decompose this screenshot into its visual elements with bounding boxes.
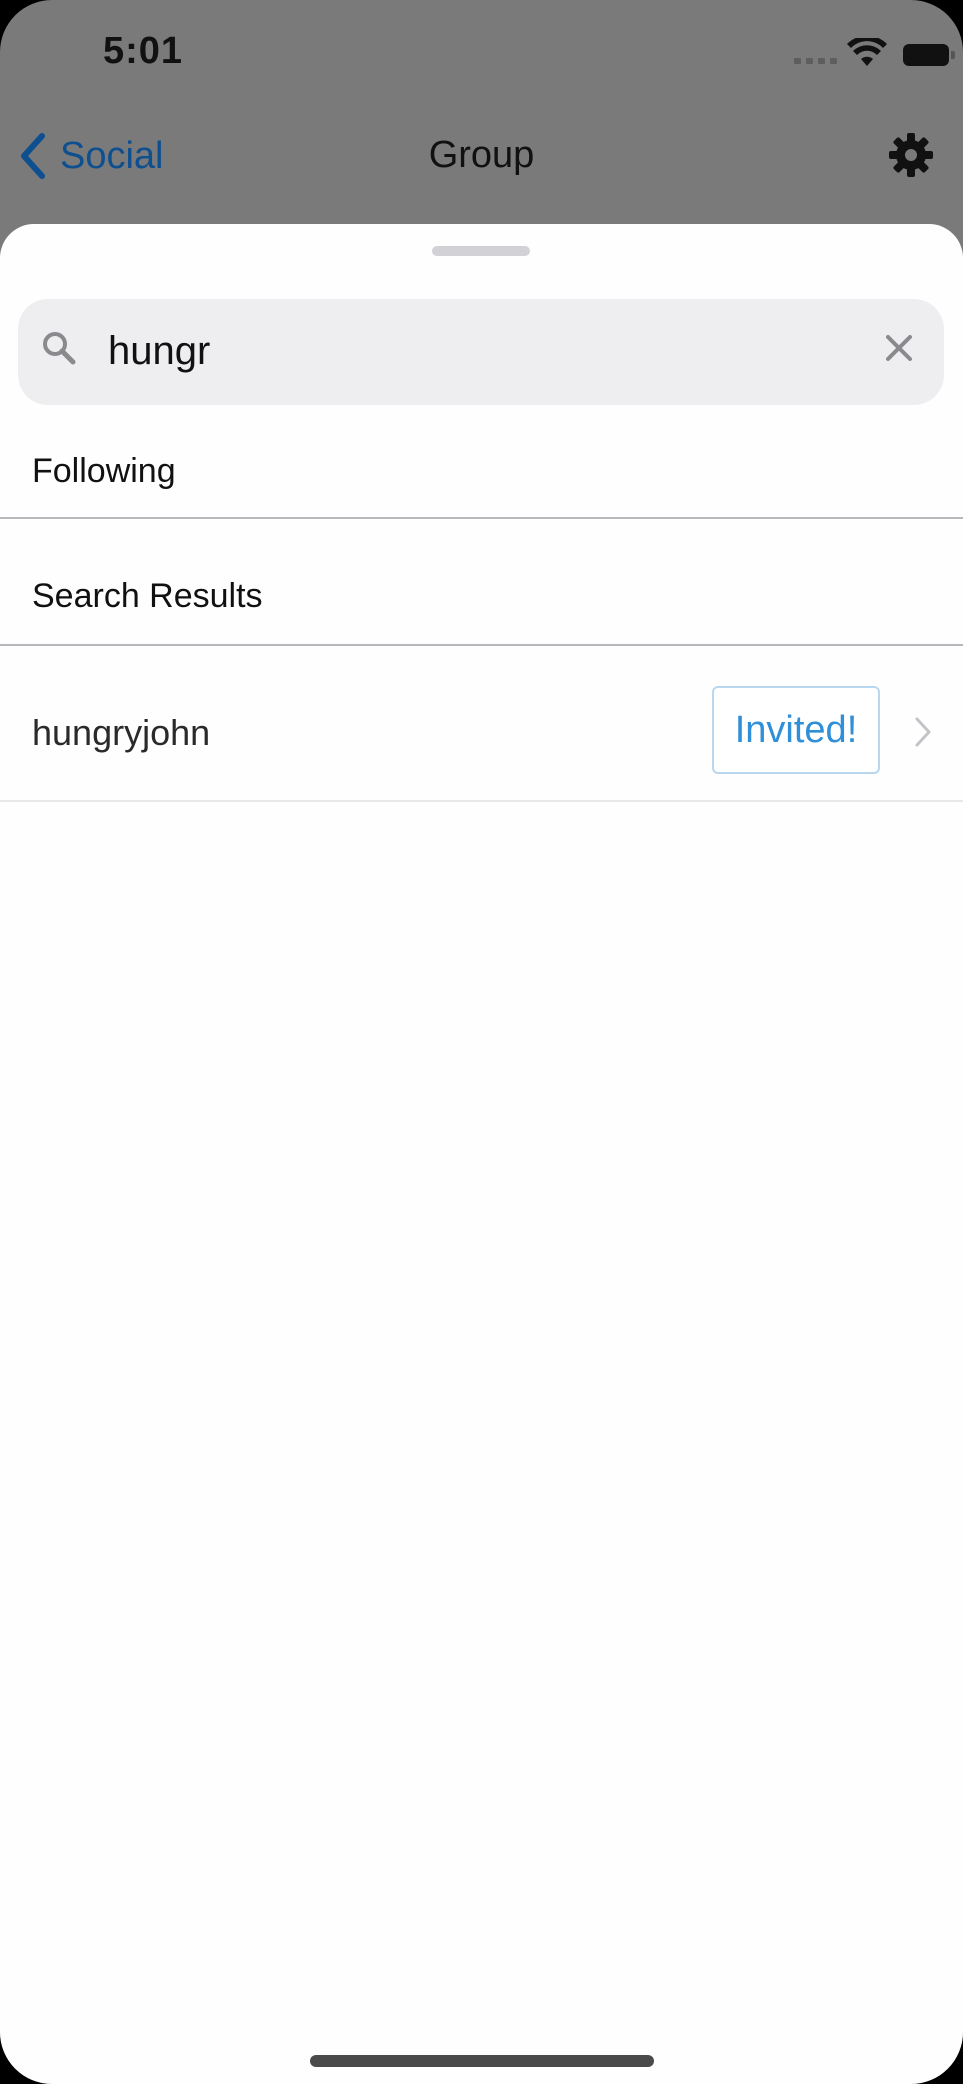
divider — [0, 517, 963, 519]
status-time: 5:01 — [103, 30, 184, 72]
section-header-search-results: Search Results — [32, 577, 263, 615]
gear-icon[interactable] — [888, 132, 934, 178]
invited-button[interactable]: Invited! — [712, 686, 880, 774]
battery-icon — [903, 44, 955, 66]
search-bar[interactable] — [18, 299, 944, 405]
clear-icon[interactable] — [882, 331, 916, 365]
search-icon — [43, 332, 76, 365]
wifi-icon — [847, 38, 887, 66]
divider — [0, 644, 963, 646]
home-indicator[interactable] — [310, 2055, 654, 2067]
signal-icon — [794, 58, 838, 66]
search-input[interactable] — [108, 321, 868, 381]
page-title: Group — [428, 134, 535, 176]
section-header-following: Following — [32, 452, 176, 490]
result-username: hungryjohn — [32, 712, 211, 753]
sheet-grabber[interactable] — [432, 246, 530, 256]
modal-sheet: Following Search Results hungryjohn Invi… — [0, 224, 963, 2084]
divider — [0, 800, 963, 802]
list-item[interactable]: hungryjohn Invited! — [0, 664, 963, 802]
chevron-right-icon — [915, 717, 931, 747]
phone-screen: 5:01 Social Group hungr Following Search… — [0, 0, 963, 2084]
